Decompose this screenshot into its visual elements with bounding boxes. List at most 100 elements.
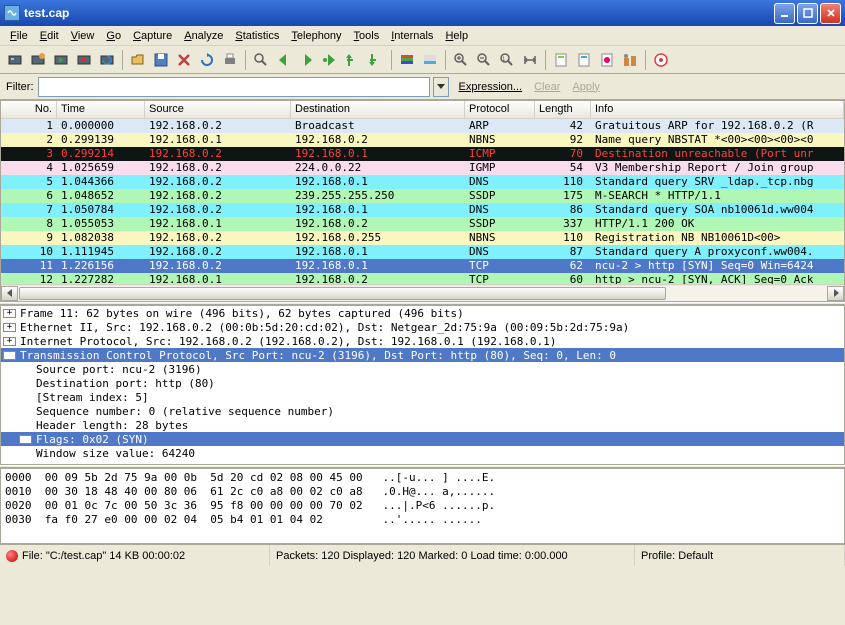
scroll-right-button[interactable] [827,286,844,301]
packet-list-hscroll[interactable] [1,284,844,301]
menu-help[interactable]: Help [439,28,474,44]
tree-node[interactable]: +Flags: 0x02 (SYN) [1,432,844,446]
reload-icon[interactable] [196,49,218,71]
col-time[interactable]: Time [57,101,145,118]
packet-row[interactable]: 91.082038192.168.0.2192.168.0.255NBNS110… [1,231,844,245]
menu-analyze[interactable]: Analyze [178,28,229,44]
zoom-100-icon[interactable]: 1 [496,49,518,71]
menu-internals[interactable]: Internals [385,28,439,44]
packet-row[interactable]: 61.048652192.168.0.2239.255.255.250SSDP1… [1,189,844,203]
tree-node[interactable]: Source port: ncu-2 (3196) [1,362,844,376]
clear-button[interactable]: Clear [534,81,560,93]
restart-capture-icon[interactable] [96,49,118,71]
tree-expander[interactable]: - [3,351,16,360]
packet-row[interactable]: 121.227282192.168.0.1192.168.0.2TCP60htt… [1,273,844,284]
scroll-track[interactable] [18,286,827,301]
packet-row[interactable]: 41.025659192.168.0.2224.0.0.22IGMP54V3 M… [1,161,844,175]
resize-columns-icon[interactable] [519,49,541,71]
col-no[interactable]: No. [1,101,57,118]
find-icon[interactable] [250,49,272,71]
go-first-icon[interactable] [342,49,364,71]
colorize-icon[interactable] [396,49,418,71]
help-icon[interactable] [650,49,672,71]
packet-row[interactable]: 71.050784192.168.0.2192.168.0.1DNS86Stan… [1,203,844,217]
status-profile[interactable]: Profile: Default [635,545,845,566]
save-icon[interactable] [150,49,172,71]
go-forward-icon[interactable] [296,49,318,71]
open-icon[interactable] [127,49,149,71]
tree-node[interactable]: [Stream index: 5] [1,390,844,404]
scroll-left-button[interactable] [1,286,18,301]
go-last-icon[interactable] [365,49,387,71]
tree-node[interactable]: Destination port: http (80) [1,376,844,390]
packet-row[interactable]: 81.055053192.168.0.1192.168.0.2SSDP337HT… [1,217,844,231]
tree-node[interactable]: Header length: 28 bytes [1,418,844,432]
zoom-in-icon[interactable] [450,49,472,71]
packet-details-pane[interactable]: +Frame 11: 62 bytes on wire (496 bits), … [0,305,845,465]
tree-expander[interactable]: + [19,435,32,444]
apply-button[interactable]: Apply [572,81,600,93]
print-icon[interactable] [219,49,241,71]
display-filters-icon[interactable] [573,49,595,71]
stop-capture-icon[interactable] [73,49,95,71]
col-protocol[interactable]: Protocol [465,101,535,118]
filter-input[interactable] [38,77,430,97]
packet-row[interactable]: 10.000000192.168.0.2BroadcastARP42Gratui… [1,119,844,133]
col-destination[interactable]: Destination [291,101,465,118]
menu-edit[interactable]: Edit [34,28,65,44]
tree-node[interactable]: Sequence number: 0 (relative sequence nu… [1,404,844,418]
auto-scroll-icon[interactable] [419,49,441,71]
tree-node[interactable]: -Transmission Control Protocol, Src Port… [1,348,844,362]
expression-button[interactable]: Expression... [459,81,523,93]
minimize-button[interactable] [774,3,795,24]
col-source[interactable]: Source [145,101,291,118]
tree-node[interactable]: +Ethernet II, Src: 192.168.0.2 (00:0b:5d… [1,320,844,334]
packet-row[interactable]: 51.044366192.168.0.2192.168.0.1DNS110Sta… [1,175,844,189]
go-to-icon[interactable] [319,49,341,71]
tree-node[interactable]: +Frame 11: 62 bytes on wire (496 bits), … [1,306,844,320]
cell-len: 87 [535,245,591,259]
menu-telephony[interactable]: Telephony [285,28,347,44]
capture-filters-icon[interactable] [550,49,572,71]
hex-row[interactable]: 0000 00 09 5b 2d 75 9a 00 0b 5d 20 cd 02… [5,471,840,485]
col-length[interactable]: Length [535,101,591,118]
packet-row[interactable]: 101.111945192.168.0.2192.168.0.1DNS87Sta… [1,245,844,259]
packet-list-header: No. Time Source Destination Protocol Len… [1,101,844,119]
tree-expander[interactable]: + [3,309,16,318]
menu-view[interactable]: View [65,28,101,44]
menu-file[interactable]: File [4,28,34,44]
hex-row[interactable]: 0020 00 01 0c 7c 00 50 3c 36 95 f8 00 00… [5,499,840,513]
col-info[interactable]: Info [591,101,844,118]
hex-row[interactable]: 0030 fa f0 27 e0 00 00 02 04 05 b4 01 01… [5,513,840,527]
menu-go[interactable]: Go [100,28,127,44]
maximize-button[interactable] [797,3,818,24]
cell-no: 11 [1,259,57,273]
packet-bytes-pane[interactable]: 0000 00 09 5b 2d 75 9a 00 0b 5d 20 cd 02… [0,468,845,544]
cell-dst: Broadcast [291,119,465,133]
options-icon[interactable] [27,49,49,71]
tree-node[interactable]: +Internet Protocol, Src: 192.168.0.2 (19… [1,334,844,348]
menu-capture[interactable]: Capture [127,28,178,44]
hex-row[interactable]: 0010 00 30 18 48 40 00 80 06 61 2c c0 a8… [5,485,840,499]
close-icon[interactable] [173,49,195,71]
scroll-thumb[interactable] [19,287,666,300]
packet-row[interactable]: 111.226156192.168.0.2192.168.0.1TCP62ncu… [1,259,844,273]
go-back-icon[interactable] [273,49,295,71]
start-capture-icon[interactable] [50,49,72,71]
menu-statistics[interactable]: Statistics [229,28,285,44]
cell-info: HTTP/1.1 200 OK [591,217,844,231]
tree-expander[interactable]: + [3,337,16,346]
coloring-rules-icon[interactable] [596,49,618,71]
packet-list-body[interactable]: 10.000000192.168.0.2BroadcastARP42Gratui… [1,119,844,284]
preferences-icon[interactable] [619,49,641,71]
expert-info-icon[interactable] [6,550,18,562]
interfaces-icon[interactable] [4,49,26,71]
close-button[interactable] [820,3,841,24]
filter-dropdown-button[interactable] [433,77,449,97]
packet-row[interactable]: 20.299139192.168.0.1192.168.0.2NBNS92Nam… [1,133,844,147]
packet-row[interactable]: 30.299214192.168.0.2192.168.0.1ICMP70Des… [1,147,844,161]
tree-node[interactable]: Window size value: 64240 [1,446,844,460]
zoom-out-icon[interactable] [473,49,495,71]
tree-expander[interactable]: + [3,323,16,332]
menu-tools[interactable]: Tools [348,28,386,44]
